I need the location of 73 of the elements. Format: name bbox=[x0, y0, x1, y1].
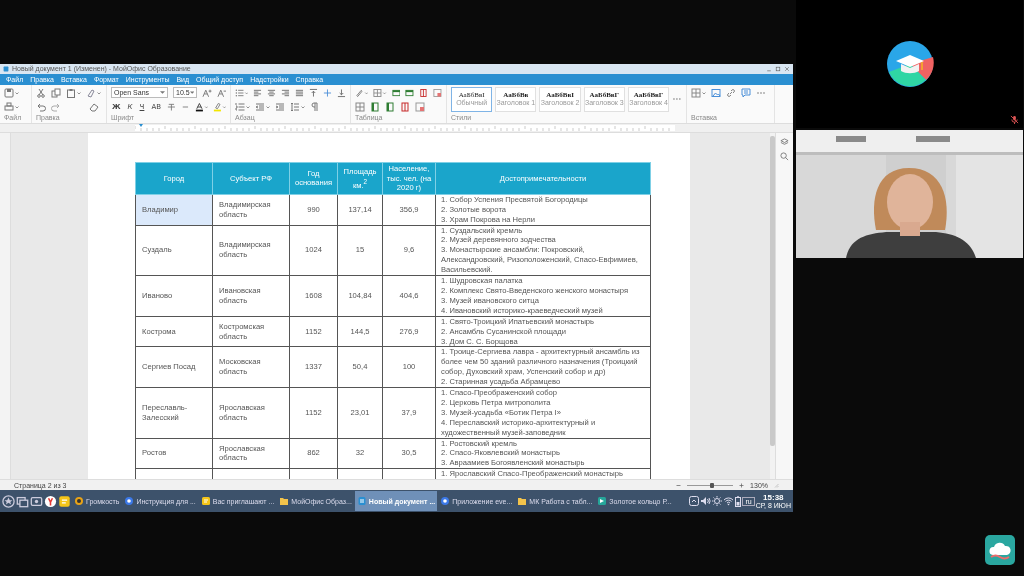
app-logo-icon bbox=[885, 40, 934, 88]
note-icon bbox=[200, 496, 211, 506]
chevron-up-icon[interactable] bbox=[689, 496, 700, 506]
muted-mic-icon[interactable] bbox=[1010, 115, 1019, 124]
delete-row-icon[interactable] bbox=[419, 87, 429, 98]
line-spacing-icon[interactable] bbox=[290, 101, 305, 112]
align-bottom-icon[interactable] bbox=[337, 87, 346, 98]
cut-icon[interactable] bbox=[36, 87, 46, 98]
indent-icon[interactable] bbox=[275, 101, 285, 112]
cloud-icon[interactable] bbox=[985, 535, 1015, 565]
drive-icon[interactable] bbox=[30, 494, 43, 508]
comment-icon[interactable] bbox=[741, 87, 751, 98]
browser-icon[interactable] bbox=[44, 494, 57, 508]
search-icon[interactable] bbox=[780, 151, 789, 161]
caret-icon bbox=[189, 90, 195, 95]
align-left-icon[interactable] bbox=[253, 87, 263, 98]
save-icon[interactable] bbox=[4, 87, 19, 98]
brightness-icon[interactable] bbox=[712, 496, 723, 506]
layers-icon[interactable] bbox=[780, 137, 789, 147]
close-icon[interactable] bbox=[784, 66, 790, 72]
maximize-icon[interactable] bbox=[775, 66, 781, 72]
strikethrough-icon[interactable] bbox=[166, 101, 176, 112]
align-top-icon[interactable] bbox=[309, 87, 319, 98]
align-middle-icon[interactable] bbox=[323, 87, 333, 98]
globe-icon bbox=[124, 496, 135, 506]
globe-icon bbox=[440, 496, 451, 506]
eraser-icon[interactable] bbox=[89, 101, 99, 112]
align-center-icon[interactable] bbox=[267, 87, 277, 98]
pilcrow-icon[interactable] bbox=[310, 101, 320, 112]
ring-icon bbox=[74, 496, 84, 506]
folder-icon bbox=[279, 496, 290, 506]
presentation-icon bbox=[597, 496, 608, 506]
undo-icon[interactable] bbox=[36, 101, 46, 112]
scrollbar-thumb[interactable] bbox=[770, 135, 775, 446]
text-color-icon[interactable] bbox=[194, 101, 208, 112]
table-icon[interactable] bbox=[691, 87, 706, 98]
speaker-icon[interactable] bbox=[700, 496, 712, 506]
windows-icon[interactable] bbox=[16, 494, 29, 508]
insert-column-icon[interactable] bbox=[370, 101, 380, 112]
folder-icon bbox=[517, 496, 528, 506]
bullet-list-icon[interactable] bbox=[235, 87, 249, 98]
zoom-out-icon[interactable] bbox=[676, 482, 682, 488]
align-right-icon[interactable] bbox=[281, 87, 291, 98]
pen-icon[interactable] bbox=[355, 87, 369, 98]
numbered-list-icon[interactable] bbox=[235, 101, 250, 112]
insert-column-icon[interactable] bbox=[385, 101, 395, 112]
table-icon[interactable] bbox=[373, 87, 387, 98]
slider-thumb[interactable] bbox=[710, 482, 715, 488]
insert-row-icon[interactable] bbox=[391, 87, 401, 98]
outdent-icon[interactable] bbox=[255, 101, 270, 112]
justify-icon[interactable] bbox=[295, 87, 305, 98]
print-icon[interactable] bbox=[4, 101, 19, 112]
document-icon bbox=[356, 496, 367, 506]
image-icon[interactable] bbox=[711, 87, 721, 98]
merge-cells-icon[interactable] bbox=[433, 87, 442, 98]
redo-icon[interactable] bbox=[51, 101, 61, 112]
paint-icon[interactable] bbox=[86, 87, 101, 98]
note-icon[interactable] bbox=[58, 494, 71, 508]
app-icon bbox=[3, 66, 9, 72]
battery-icon[interactable] bbox=[735, 495, 742, 507]
shrink-font-icon[interactable] bbox=[216, 87, 226, 98]
zoom-in-icon[interactable] bbox=[739, 482, 745, 488]
link-icon[interactable] bbox=[726, 87, 736, 98]
copy-icon[interactable] bbox=[51, 87, 61, 98]
delete-column-icon[interactable] bbox=[400, 101, 410, 112]
launcher-icon[interactable] bbox=[2, 494, 15, 508]
clock-time[interactable]: 15:38 bbox=[763, 492, 784, 502]
split-cells-icon[interactable] bbox=[415, 101, 425, 112]
cell-icon[interactable] bbox=[355, 101, 365, 112]
caret-icon bbox=[160, 90, 166, 95]
paste-icon[interactable] bbox=[66, 87, 81, 98]
wifi-icon[interactable] bbox=[723, 496, 735, 506]
insert-row-icon[interactable] bbox=[405, 87, 415, 98]
